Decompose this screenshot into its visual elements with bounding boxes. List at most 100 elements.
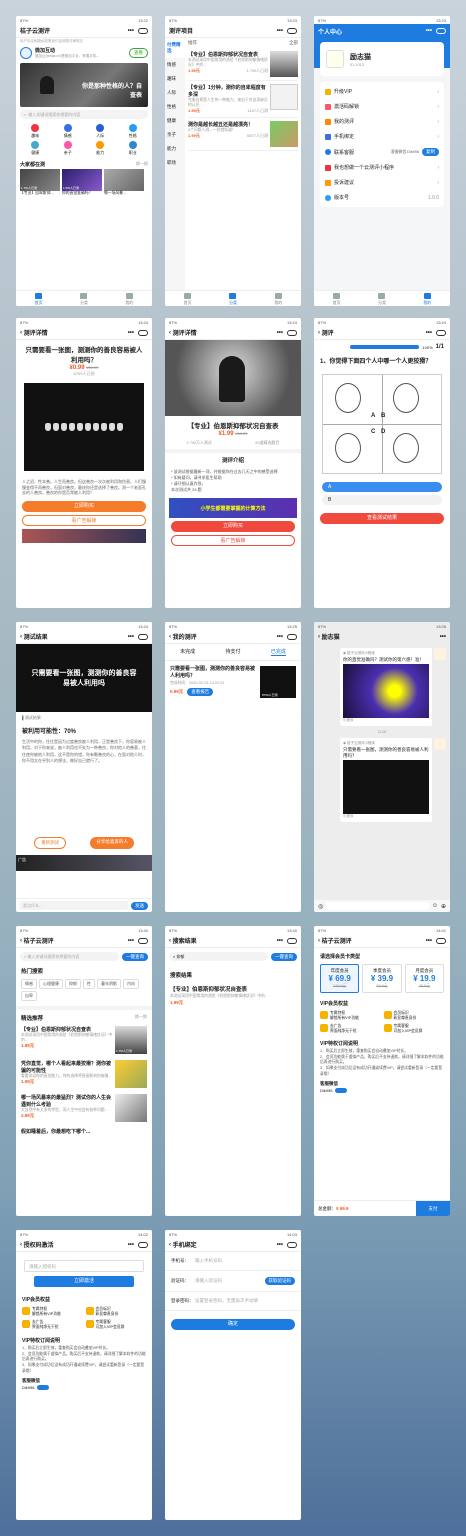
- retry-button[interactable]: 重新测试: [34, 837, 67, 849]
- sidebar-item[interactable]: 人际: [165, 86, 185, 100]
- sidebar-item[interactable]: 趣味: [165, 72, 185, 86]
- test-card[interactable]: 1.7W人已测 【专业】自卑斯抑...: [20, 169, 60, 196]
- plan-card[interactable]: 年度会员 ¥ 69.9 129.9元: [320, 964, 360, 993]
- menu-phone[interactable]: 手机绑定 ›: [320, 129, 444, 144]
- password-input[interactable]: 设置登录密码，无需再次手动填: [195, 1298, 258, 1304]
- option-b[interactable]: B: [322, 495, 442, 506]
- more-icon[interactable]: •••: [440, 634, 446, 640]
- share-button[interactable]: 分享给喜爱的人: [90, 837, 134, 849]
- buy-button[interactable]: 立即购买: [22, 500, 146, 512]
- emoji-icon[interactable]: ☺: [432, 903, 438, 909]
- category-item[interactable]: 趣味: [20, 124, 51, 139]
- close-capsule-icon[interactable]: [138, 329, 148, 336]
- tab-mine[interactable]: 我的: [405, 291, 450, 306]
- test-card[interactable]: 哪一场风暴...: [104, 169, 144, 196]
- ad-unlock-button[interactable]: 看广告解锁: [171, 535, 295, 546]
- sidebar-item[interactable]: 情感: [165, 58, 185, 72]
- category-item[interactable]: 能力: [85, 141, 116, 156]
- menu-make-app[interactable]: 我也想做一个云测评小程序 ›: [320, 160, 444, 175]
- ad-banner[interactable]: 小学生都需要掌握的计算方法: [169, 498, 297, 518]
- code-input[interactable]: 请输入验证码: [195, 1278, 265, 1284]
- buy-button[interactable]: 立即购买: [171, 521, 295, 532]
- list-item[interactable]: 测你是越长越丑还是越漂亮！ 4个问题人测，一秒就知道！ 1.99元 6877人已测: [188, 118, 298, 151]
- more-icon[interactable]: •••: [277, 28, 283, 34]
- list-item[interactable]: 【专业】伯恩斯抑郁状况自查表 本测试采用中国常用的测验《伯恩斯抑郁情绪状况》中的.…: [16, 1023, 152, 1057]
- tab-home[interactable]: 首页: [165, 291, 210, 306]
- close-capsule-icon[interactable]: [287, 27, 297, 34]
- close-capsule-icon[interactable]: [287, 1241, 297, 1248]
- tab-completed[interactable]: 已完成: [270, 648, 286, 656]
- sidebar-item[interactable]: 能力: [165, 142, 185, 156]
- hot-tag[interactable]: 童年阴影: [97, 979, 121, 989]
- sidebar-item[interactable]: 健康: [165, 114, 185, 128]
- hot-tag[interactable]: 自卑: [21, 991, 37, 1001]
- hot-tag[interactable]: 心理健康: [39, 979, 63, 989]
- confirm-button[interactable]: 确定: [171, 1319, 295, 1330]
- tab-mine[interactable]: 我的: [107, 291, 152, 306]
- hot-tag[interactable]: 抑郁: [65, 979, 81, 989]
- menu-service[interactable]: 联系客服 客服微信:Dlk996 复制: [320, 144, 444, 160]
- more-icon[interactable]: •••: [277, 938, 283, 944]
- list-item[interactable]: 只需要看一张图，测测你的善良容易被人利用吗？ 完成时间：2020-02-23 1…: [165, 661, 301, 703]
- ad-banner[interactable]: [22, 528, 146, 543]
- menu-code[interactable]: 激活码解锁 ›: [320, 99, 444, 114]
- avatar[interactable]: [326, 50, 344, 68]
- category-item[interactable]: 亲子: [53, 141, 84, 156]
- close-capsule-icon[interactable]: [138, 937, 148, 944]
- home-banner[interactable]: 你是那种性格的人？自查表: [20, 63, 148, 107]
- more-icon[interactable]: •••: [277, 1242, 283, 1248]
- close-capsule-icon[interactable]: [436, 329, 446, 336]
- list-item[interactable]: 【专业】伯恩斯抑郁状况自查表 本测试采用中国常用的测验《伯恩斯抑郁情绪状况》中的.…: [188, 48, 298, 81]
- tab-home[interactable]: 首页: [16, 291, 61, 306]
- send-button[interactable]: 发送: [131, 901, 148, 910]
- menu-vip[interactable]: 升级VIP ›: [320, 84, 444, 99]
- close-capsule-icon[interactable]: [287, 937, 297, 944]
- search-input[interactable]: ⌕ 抑郁: [169, 952, 268, 961]
- menu-mytests[interactable]: 我的测评 ›: [320, 114, 444, 129]
- ad-unlock-button[interactable]: 看广告解锁: [22, 514, 146, 526]
- search-bar[interactable]: ⌕ 输入关键词搜索你想要的内容: [20, 110, 148, 119]
- list-item[interactable]: 【专业】1分钟，测你的自卑程度有多深 克服自卑是人生的一种能力，来自于对自身缺点的…: [188, 81, 298, 118]
- hot-tag[interactable]: 内向: [123, 979, 139, 989]
- menu-feedback[interactable]: 投诉建议 ›: [320, 175, 444, 190]
- voice-icon[interactable]: ◎: [318, 903, 323, 910]
- more-icon[interactable]: •••: [277, 330, 283, 336]
- filter-all[interactable]: 全部: [289, 40, 298, 46]
- more-icon[interactable]: •••: [426, 28, 432, 34]
- copy-button[interactable]: 复制: [422, 148, 439, 156]
- hot-tag[interactable]: 情感: [21, 979, 37, 989]
- filter-sort[interactable]: 推荐: [188, 40, 197, 46]
- comment-input[interactable]: 发点什么...: [20, 901, 128, 910]
- plan-card[interactable]: 季度会员 ¥ 39.9 69.9元: [362, 964, 402, 993]
- category-item[interactable]: 人际: [85, 124, 116, 139]
- copy-toggle[interactable]: [335, 1088, 348, 1094]
- get-code-button[interactable]: 获取验证码: [264, 1277, 295, 1285]
- more-icon[interactable]: •••: [426, 330, 432, 336]
- search-button[interactable]: 一键查询: [122, 952, 148, 961]
- list-item[interactable]: 哪一场风暴来的最猛烈？测试你的人生会遇到什么考验 大自然中有太多的考验，而人生中也…: [16, 1091, 152, 1125]
- close-capsule-icon[interactable]: [287, 633, 297, 640]
- category-item[interactable]: 情感: [53, 124, 84, 139]
- tab-incomplete[interactable]: 未完成: [180, 648, 195, 656]
- mini-program-card[interactable]: ◉ 桔子云测评小程序 只需要看一张图，测测你的善良容易被人利用吗？ 小程序: [340, 738, 432, 822]
- plan-card[interactable]: 月度会员 ¥ 19.9 29.9元: [404, 964, 444, 993]
- category-item[interactable]: 性格: [118, 124, 149, 139]
- pay-button[interactable]: 支付: [416, 1200, 450, 1216]
- list-item[interactable]: 【专业】伯恩斯抑郁状况自查表 本测试采用中国常用的测验《伯恩斯抑郁情绪状况》中的…: [165, 982, 301, 1009]
- more-icon[interactable]: •••: [277, 634, 283, 640]
- close-capsule-icon[interactable]: [138, 633, 148, 640]
- sidebar-item-paid[interactable]: 付费精选: [165, 38, 185, 58]
- swap-button[interactable]: 换一换: [135, 1014, 147, 1022]
- more-icon[interactable]: •••: [426, 938, 432, 944]
- close-capsule-icon[interactable]: [138, 27, 148, 34]
- more-icon[interactable]: •••: [128, 28, 134, 34]
- mini-program-card[interactable]: ◉ 桔子云测评小程序 你的直觉准确吗？测试你的第六感！准！ 小程序: [340, 648, 432, 726]
- close-capsule-icon[interactable]: [436, 937, 446, 944]
- tab-category[interactable]: 分类: [359, 291, 404, 306]
- view-report-button[interactable]: 查看报告: [187, 688, 214, 696]
- code-input[interactable]: 请输入授权码: [24, 1260, 144, 1272]
- option-a[interactable]: A: [322, 482, 442, 493]
- sidebar-item[interactable]: 职场: [165, 156, 185, 170]
- phone-input[interactable]: 输入手机号码: [195, 1258, 222, 1264]
- close-capsule-icon[interactable]: [436, 28, 446, 34]
